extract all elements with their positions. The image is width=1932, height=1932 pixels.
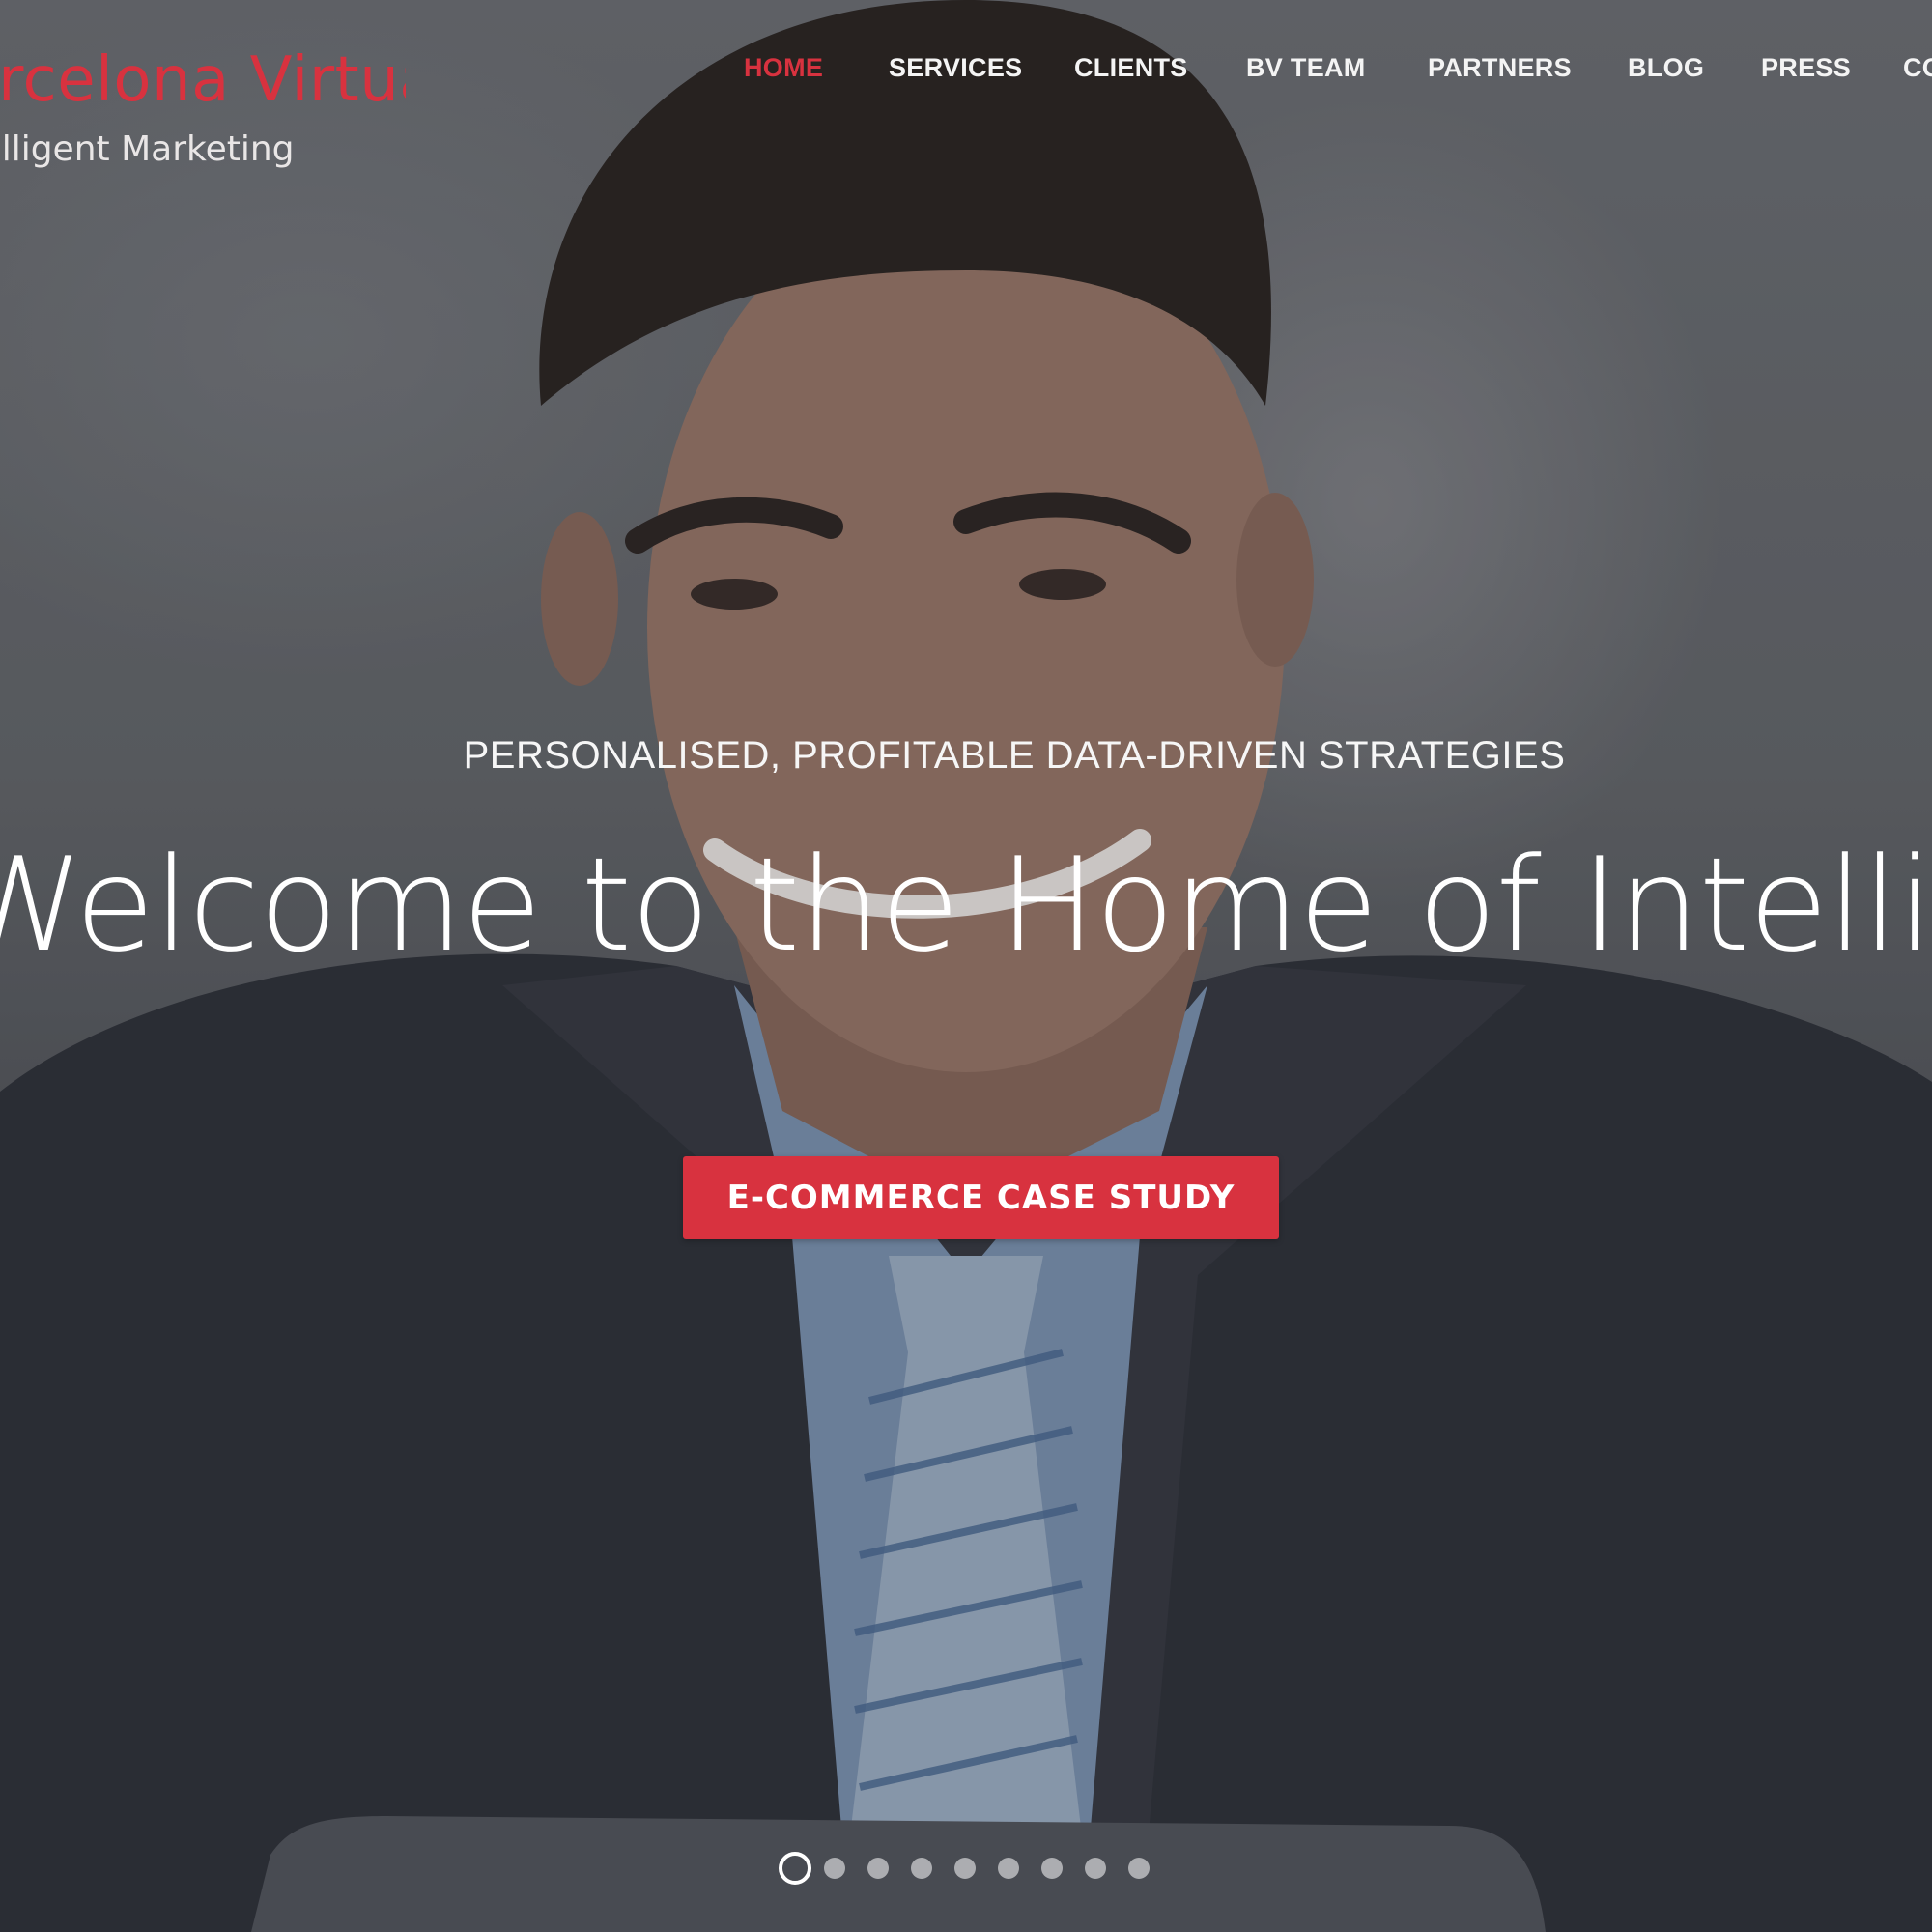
case-study-button[interactable]: E-COMMERCE CASE STUDY (683, 1156, 1279, 1239)
nav-item-bv-team[interactable]: BV TEAM (1246, 48, 1366, 87)
hero-subtitle: PERSONALISED, PROFITABLE DATA-DRIVEN STR… (463, 734, 1566, 777)
brand-logo[interactable]: Barcelona Virtual Intelligent Marketing (0, 37, 406, 174)
slider-dot[interactable] (954, 1858, 976, 1879)
slider-dot[interactable] (867, 1858, 889, 1879)
slider-dot[interactable] (1128, 1858, 1150, 1879)
nav-item-services[interactable]: SERVICES (889, 48, 1022, 87)
nav-item-partners[interactable]: PARTNERS (1428, 48, 1572, 87)
nav-item-press[interactable]: PRESS (1761, 48, 1851, 87)
slider-dot[interactable] (998, 1858, 1019, 1879)
brand-tagline: Intelligent Marketing (0, 129, 295, 169)
nav-item-contact[interactable]: CONTACT (1903, 48, 1932, 87)
hero-headline: Welcome to the Home of Intelligent Marke… (0, 833, 1932, 978)
nav-item-clients[interactable]: CLIENTS (1074, 48, 1188, 87)
brand-name: Barcelona Virtual (0, 44, 406, 116)
main-nav: HOME SERVICES CLIENTS BV TEAM PARTNERS B… (744, 48, 1932, 87)
page: Barcelona Virtual Intelligent Marketing … (0, 0, 1932, 1932)
slider-dot[interactable] (1085, 1858, 1106, 1879)
nav-item-home[interactable]: HOME (744, 48, 823, 87)
nav-item-blog[interactable]: BLOG (1628, 48, 1704, 87)
slider-dot[interactable] (1041, 1858, 1063, 1879)
slider-dot[interactable] (911, 1858, 932, 1879)
slider-dot[interactable] (824, 1858, 845, 1879)
slider-dot[interactable] (779, 1852, 811, 1885)
